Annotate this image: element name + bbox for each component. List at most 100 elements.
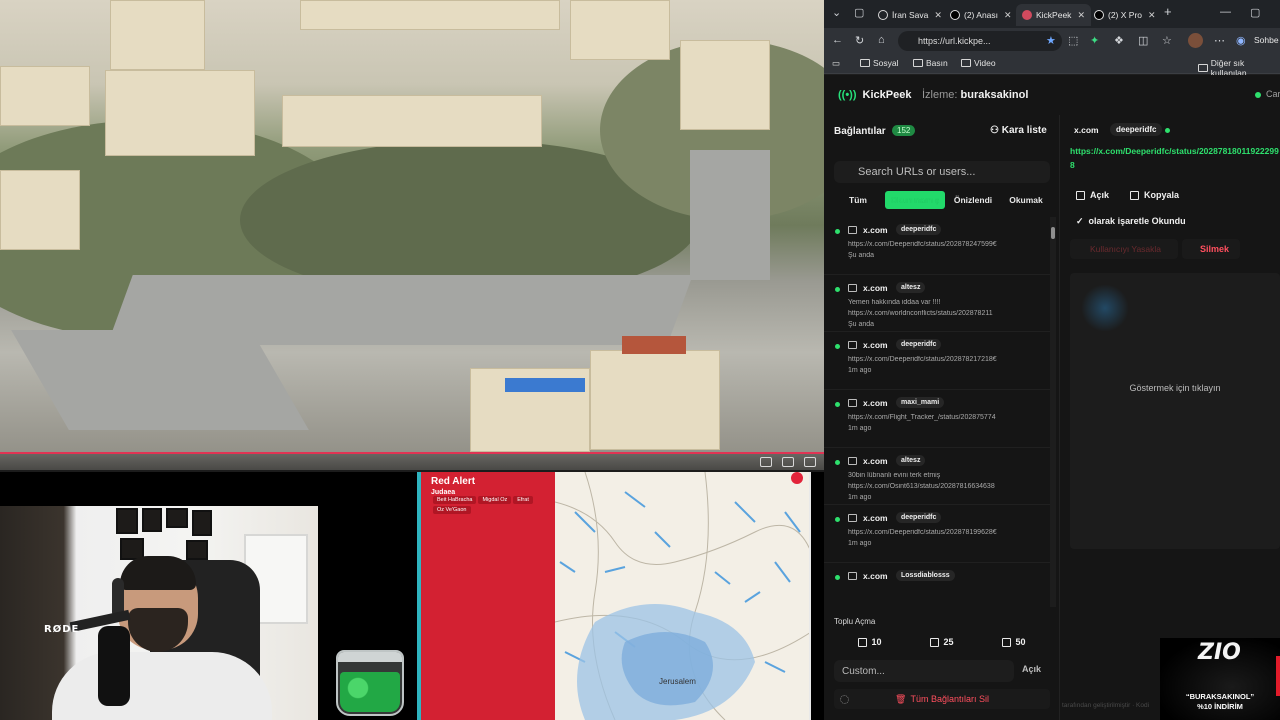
- list-item[interactable]: x.com altesz 30bin lübnanlı evini terk e…: [824, 448, 1056, 506]
- close-icon[interactable]: [791, 472, 803, 484]
- item-time: 1m ago: [848, 425, 872, 433]
- filter-all[interactable]: Tüm: [836, 191, 880, 209]
- extension-icon[interactable]: ⬚: [1068, 34, 1078, 47]
- unread-dot: [835, 229, 840, 234]
- list-item[interactable]: x.com deeperidfc https://x.com/Deeperidf…: [824, 217, 1056, 275]
- mark-read-button[interactable]: ✓ olarak işaretle Okundu: [1070, 211, 1192, 231]
- filter-read[interactable]: Okumak: [1002, 191, 1050, 209]
- url-text: https://url.kickpe...: [918, 36, 991, 46]
- maximize-icon[interactable]: ▢: [1250, 6, 1260, 19]
- alert-title: Red Alert: [431, 476, 476, 487]
- list-item[interactable]: x.com Lossdiablosss: [824, 563, 1056, 619]
- close-icon[interactable]: ✕: [1148, 10, 1156, 21]
- favorites-icon[interactable]: ☆: [1162, 34, 1172, 47]
- blacklist-button[interactable]: ⚇ Kara liste: [990, 125, 1047, 136]
- bulk-label: 10: [871, 637, 882, 647]
- search-input[interactable]: Search URLs or users...: [834, 161, 1050, 183]
- bulk-open-25-button[interactable]: 25: [906, 631, 978, 653]
- kick-extension-icon[interactable]: ✦: [1090, 34, 1099, 47]
- app-brand: ((•)) KickPeek: [838, 89, 911, 101]
- tab[interactable]: İran Sava ✕: [872, 4, 948, 26]
- tab[interactable]: KickPeek ✕: [1016, 4, 1091, 26]
- refresh-icon[interactable]: ↻: [855, 34, 864, 47]
- filter-previewed[interactable]: Önizlendi: [948, 191, 998, 209]
- copy-button[interactable]: Kopyala: [1124, 185, 1185, 205]
- promo-discount: %10 İNDİRİM: [1197, 702, 1243, 711]
- more-icon[interactable]: ⋯: [1214, 34, 1225, 47]
- bulk-label: 25: [943, 637, 954, 647]
- close-icon[interactable]: ✕: [1004, 10, 1012, 21]
- copilot-label[interactable]: Sohbe: [1254, 35, 1279, 45]
- list-item[interactable]: x.com maxi_mami https://x.com/Flight_Tra…: [824, 390, 1056, 448]
- picture-frame: [116, 508, 138, 534]
- filter-unread[interactable]: Okunmamış: [885, 191, 945, 209]
- close-icon[interactable]: ✕: [1077, 10, 1085, 21]
- tab-label: (2) Anası: [964, 10, 999, 20]
- external-link-icon: [848, 226, 857, 234]
- item-user: Lossdiablosss: [896, 570, 955, 582]
- extensions-icon[interactable]: ❖: [1114, 34, 1124, 47]
- bookmark-folder[interactable]: Basın: [913, 58, 948, 68]
- alert-map[interactable]: Jerusalem: [555, 472, 811, 720]
- detail-url[interactable]: https://x.com/Deeperidfc/status/20287818…: [1070, 144, 1280, 172]
- new-tab-icon[interactable]: +: [1164, 4, 1172, 19]
- alert-region: Judaea: [431, 489, 456, 496]
- scrollbar[interactable]: [1050, 217, 1056, 607]
- links-count-badge: 152: [892, 125, 916, 136]
- minimize-icon[interactable]: —: [1220, 6, 1231, 18]
- favorite-star-icon[interactable]: ★: [1046, 34, 1056, 47]
- bookmark-folder[interactable]: Sosyal: [860, 58, 899, 68]
- item-site: x.com: [863, 455, 888, 466]
- bulk-open-10-button[interactable]: 10: [834, 631, 906, 653]
- gear-icon[interactable]: [840, 695, 849, 704]
- building: [282, 95, 542, 147]
- road: [690, 150, 770, 280]
- list-item[interactable]: x.com altesz Yemen hakkında iddaa var !!…: [824, 275, 1056, 333]
- tab[interactable]: (2) X Pro ✕: [1088, 4, 1162, 26]
- address-bar[interactable]: https://url.kickpe...: [898, 31, 1062, 51]
- ban-user-button[interactable]: Kullanıcıyı Yasakla: [1070, 239, 1178, 259]
- item-user: altesz: [896, 281, 926, 293]
- workspaces-icon[interactable]: ▢: [854, 6, 864, 19]
- tab-actions-icon[interactable]: ⌄: [832, 6, 841, 19]
- camera-icon[interactable]: [760, 457, 772, 467]
- delete-button[interactable]: Silmek: [1182, 239, 1240, 259]
- road: [11, 330, 309, 430]
- back-icon[interactable]: ←: [832, 34, 843, 46]
- watching-status: İzleme: buraksakinol: [922, 89, 1028, 101]
- x-logo-icon: [1094, 10, 1104, 20]
- bookmark-folder[interactable]: Video: [961, 58, 996, 68]
- home-icon[interactable]: ⌂: [878, 34, 885, 46]
- reading-list-icon[interactable]: ▭: [832, 58, 840, 69]
- streamer-hair: [120, 556, 196, 590]
- external-link-icon: [848, 283, 857, 292]
- bulk-open-50-button[interactable]: 50: [978, 631, 1050, 653]
- microphone: [98, 626, 130, 706]
- tab[interactable]: (2) Anası ✕: [944, 4, 1018, 26]
- alert-town: Oz Ve'Gaon: [433, 506, 471, 514]
- external-link-icon: [930, 637, 940, 647]
- item-user: deeperidfc: [896, 224, 942, 235]
- list-item[interactable]: x.com deeperidfc https://x.com/Deeperidf…: [824, 505, 1056, 564]
- bookmark-label: Basın: [926, 58, 948, 68]
- delete-all-button[interactable]: 🗑 Tüm Bağlantıları Sil: [834, 689, 1050, 709]
- item-site: x.com: [863, 398, 888, 409]
- fullscreen-icon[interactable]: [804, 457, 816, 467]
- open-button[interactable]: Açık: [1070, 185, 1115, 205]
- user-icon: ⚇: [990, 125, 1002, 136]
- custom-count-input[interactable]: Custom...: [834, 660, 1014, 682]
- copilot-icon[interactable]: ◉: [1236, 34, 1246, 47]
- trash-icon: 🗑: [895, 693, 907, 704]
- custom-open-button[interactable]: Açık: [1022, 664, 1041, 674]
- scrollbar-thumb[interactable]: [1051, 227, 1055, 239]
- pip-icon[interactable]: [782, 457, 794, 467]
- link-preview[interactable]: Göstermek için tıklayın: [1070, 273, 1280, 549]
- list-item[interactable]: x.com deeperidfc https://x.com/Deeperidf…: [824, 332, 1056, 391]
- profile-avatar[interactable]: [1188, 33, 1203, 48]
- livestream-video[interactable]: [0, 0, 824, 470]
- external-link-icon: [848, 456, 857, 465]
- close-icon[interactable]: ✕: [934, 10, 942, 21]
- split-screen-icon[interactable]: ◫: [1138, 34, 1148, 47]
- red-alert-panel: Red Alert Judaea Beit HaBracha Migdal Oz…: [417, 472, 555, 720]
- unread-dot: [1165, 128, 1170, 133]
